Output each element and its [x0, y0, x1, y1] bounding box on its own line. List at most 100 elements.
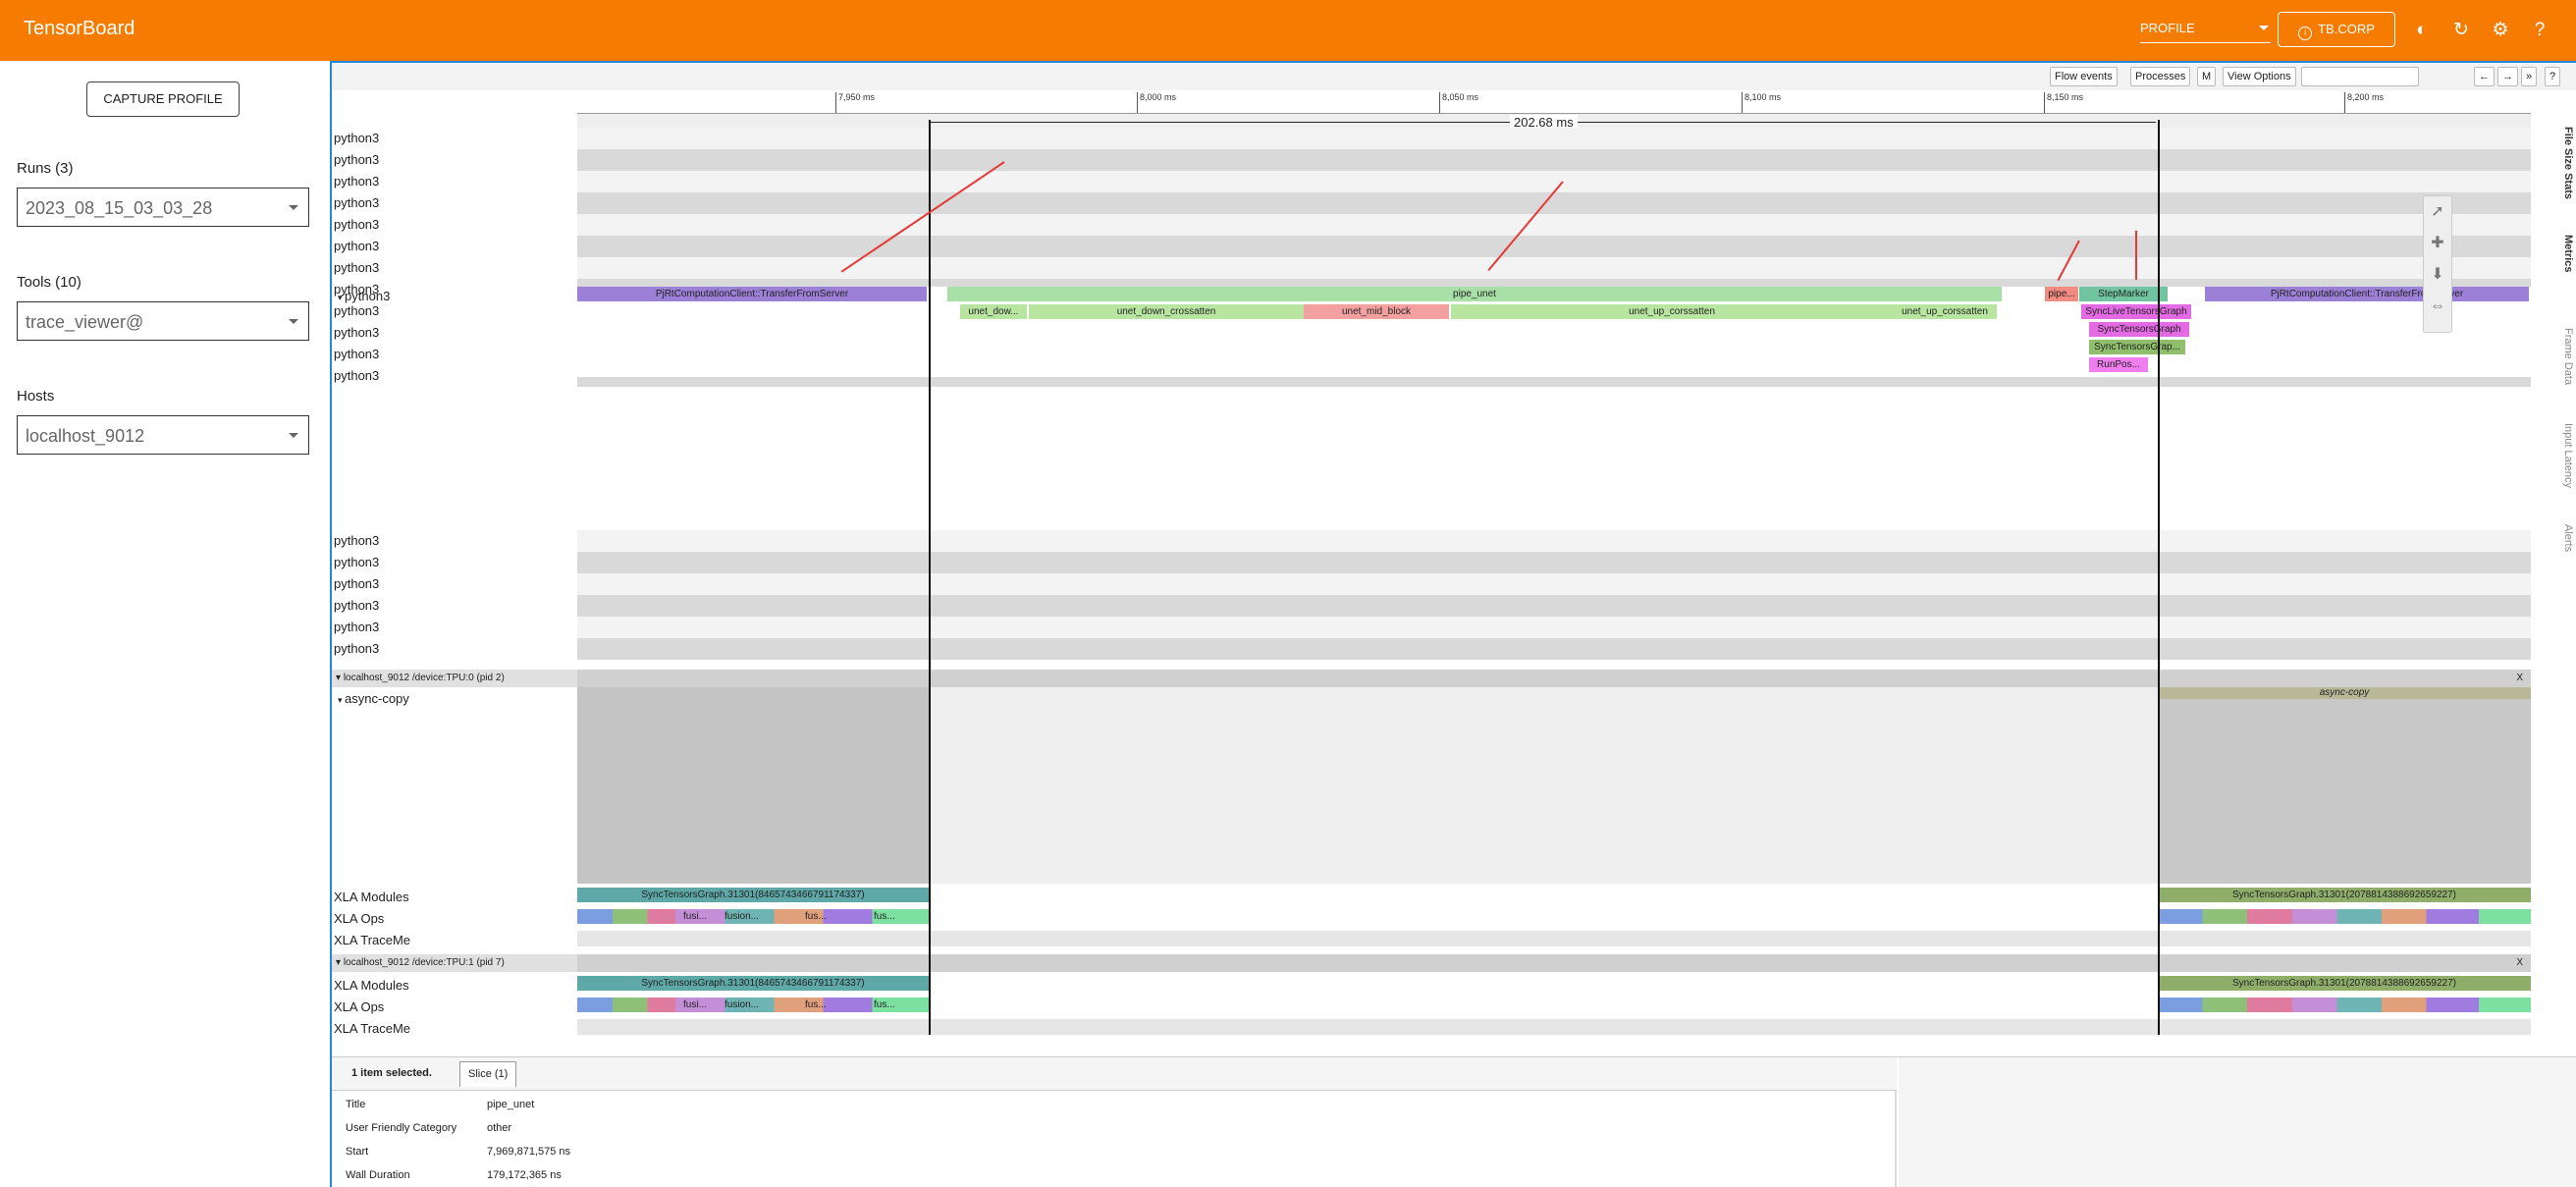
triangle-down-icon: ▾ [336, 957, 344, 968]
pipe-short-slice[interactable]: pipe... [2045, 287, 2078, 301]
ops-slices-right[interactable] [2158, 909, 2531, 924]
slice-tab[interactable]: Slice (1) [459, 1061, 517, 1087]
module-slice-left[interactable]: SyncTensorsGraph.31301(84657434667911743… [577, 976, 929, 991]
op-slice: fusi... [683, 911, 707, 922]
tools-select[interactable]: trace_viewer@ [17, 301, 309, 341]
sync-live-slice[interactable]: SyncLiveTensorsGraph [2081, 304, 2191, 319]
hosts-label: Hosts [17, 388, 55, 405]
unet-down-slice[interactable]: unet_down_crossatten [1029, 304, 1304, 319]
frame-data-tab[interactable]: Frame Data [2550, 328, 2574, 385]
unet-up-slice-1[interactable]: unet_up_corssatten [1451, 304, 1893, 319]
module-slice-right[interactable]: SyncTensorsGraph.31301(20788143886926592… [2158, 888, 2531, 902]
capture-profile-button[interactable]: CAPTURE PROFILE [86, 81, 240, 117]
corp-button[interactable]: i TB.CORP [2278, 12, 2395, 47]
trace-toolbar: Flow events Processes M View Options ← →… [332, 63, 2576, 90]
async-copy-shaded-left [577, 687, 929, 884]
select-cursor-icon[interactable]: ➚ [2424, 196, 2451, 228]
m-button[interactable]: M [2197, 67, 2217, 86]
close-icon[interactable]: X [2516, 954, 2523, 972]
tick-label: 8,100 ms [1742, 92, 1781, 113]
thread-label: python3 [334, 260, 380, 275]
analysis-pane [1899, 1057, 2576, 1187]
metrics-tab[interactable]: Metrics [2550, 235, 2574, 273]
detail-value: other [487, 1122, 512, 1134]
async-copy-shaded-right [2158, 687, 2531, 884]
unet-mid-slice[interactable]: unet_mid_block [1304, 304, 1449, 319]
nav-left-button[interactable]: ← [2474, 67, 2495, 86]
alerts-tab[interactable]: Alerts [2550, 524, 2574, 552]
device0-label: ▾ localhost_9012 /device:TPU:0 (pid 2) [332, 670, 577, 687]
chevron-down-icon [2259, 26, 2269, 30]
ops-slices-left[interactable]: fusi... fusion... fus... fus... [577, 998, 929, 1012]
detail-key: User Friendly Category [346, 1122, 457, 1134]
op-slice: fusi... [683, 999, 707, 1010]
unet-up-slice-2[interactable]: unet_up_corssatten [1893, 304, 1997, 319]
thread-label: python3 [334, 174, 380, 189]
track-area[interactable]: ▾ python3 PjRtComputationClient::Transfe… [332, 120, 2531, 1043]
transfer-slice-right[interactable]: PjRtComputationClient::TransferFromServe… [2205, 287, 2529, 301]
input-latency-tab[interactable]: Input Latency [2550, 423, 2574, 488]
unet-down-short-slice[interactable]: unet_dow... [960, 304, 1027, 319]
xla-traceme-label: XLA TraceMe [334, 933, 411, 947]
file-size-stats-tab[interactable]: File Size Stats [2550, 127, 2574, 199]
selection-end-line[interactable] [2158, 120, 2160, 1035]
op-slice: fusion... [724, 911, 760, 922]
runs-label: Runs (3) [17, 160, 74, 177]
tools-select-value: trace_viewer@ [26, 312, 144, 332]
module-slice-right[interactable]: SyncTensorsGraph.31301(20788143886926592… [2158, 976, 2531, 991]
device0-header[interactable]: ▾ localhost_9012 /device:TPU:0 (pid 2) X [332, 670, 2531, 687]
close-icon[interactable]: X [2516, 670, 2523, 687]
transfer-slice-left[interactable]: PjRtComputationClient::TransferFromServe… [577, 287, 927, 301]
async-copy-slice[interactable]: async-copy [2158, 687, 2531, 699]
runs-select[interactable]: 2023_08_15_03_03_28 [17, 188, 309, 227]
thread-lane [577, 128, 2531, 149]
op-slice: fusion... [724, 999, 760, 1010]
pan-icon[interactable]: ⬇ [2424, 259, 2451, 291]
pipe-unet-slice[interactable]: pipe_unet [947, 287, 2002, 301]
refresh-icon[interactable]: ↻ [2450, 20, 2472, 41]
chevron-down-icon [289, 205, 298, 210]
search-input[interactable] [2301, 67, 2419, 86]
xla-modules-label: XLA Modules [334, 978, 409, 993]
xla-ops-label: XLA Ops [334, 911, 385, 926]
sync-graph-slice[interactable]: SyncTensorsGraph [2089, 322, 2189, 337]
plugin-select[interactable]: PROFILE [2140, 12, 2271, 43]
ops-slices-right[interactable] [2158, 998, 2531, 1012]
async-copy-name: async-copy [345, 691, 409, 706]
help-button[interactable]: ? [2545, 67, 2561, 86]
navigation-tools: ➚ ✚ ⬇ ⇔ [2423, 195, 2452, 333]
help-icon[interactable]: ? [2529, 20, 2550, 41]
async-copy-label[interactable]: ▾ async-copy [332, 691, 577, 706]
hosts-select[interactable]: localhost_9012 [17, 415, 309, 455]
processes-button[interactable]: Processes [2130, 67, 2191, 86]
nav-right-button[interactable]: → [2497, 67, 2518, 86]
sync-short-slice[interactable]: SyncTensorsGrap... [2089, 340, 2185, 354]
annotation-arrow [2135, 231, 2137, 280]
thread-lane [577, 638, 2531, 660]
thread-label: python3 [334, 620, 380, 634]
runs-select-value: 2023_08_15_03_03_28 [26, 198, 213, 218]
step-marker-slice[interactable]: StepMarker [2079, 287, 2168, 301]
tick-label: 8,050 ms [1439, 92, 1478, 113]
ops-slices-left[interactable]: fusi... fusion... fus... fus... [577, 909, 929, 924]
device1-header[interactable]: ▾ localhost_9012 /device:TPU:1 (pid 7) X [332, 954, 2531, 972]
flow-events-button[interactable]: Flow events [2050, 67, 2118, 86]
timing-icon[interactable]: ⇔ [2424, 291, 2451, 322]
thread-label: python3 [334, 533, 380, 548]
info-icon: i [2298, 27, 2313, 40]
thread-label: python3 [334, 282, 380, 297]
module-slice-left[interactable]: SyncTensorsGraph.31301(84657434667911743… [577, 888, 929, 902]
sidebar: CAPTURE PROFILE Runs (3) 2023_08_15_03_0… [0, 61, 330, 1187]
settings-icon[interactable]: ⚙ [2490, 20, 2511, 41]
thread-lane [577, 552, 2531, 573]
view-options-button[interactable]: View Options [2223, 67, 2296, 86]
zoom-plus-icon[interactable]: ✚ [2424, 228, 2451, 259]
expand-button[interactable]: » [2521, 67, 2538, 86]
run-pos-slice[interactable]: RunPos... [2089, 357, 2148, 372]
selection-start-line[interactable] [929, 120, 931, 1035]
selection-count: 1 item selected. [351, 1067, 432, 1079]
theme-icon[interactable]: ◐ [2411, 20, 2433, 41]
thread-label: python3 [334, 325, 380, 340]
detail-value: 179,172,365 ns [487, 1169, 562, 1181]
device1-label: ▾ localhost_9012 /device:TPU:1 (pid 7) [332, 954, 577, 972]
